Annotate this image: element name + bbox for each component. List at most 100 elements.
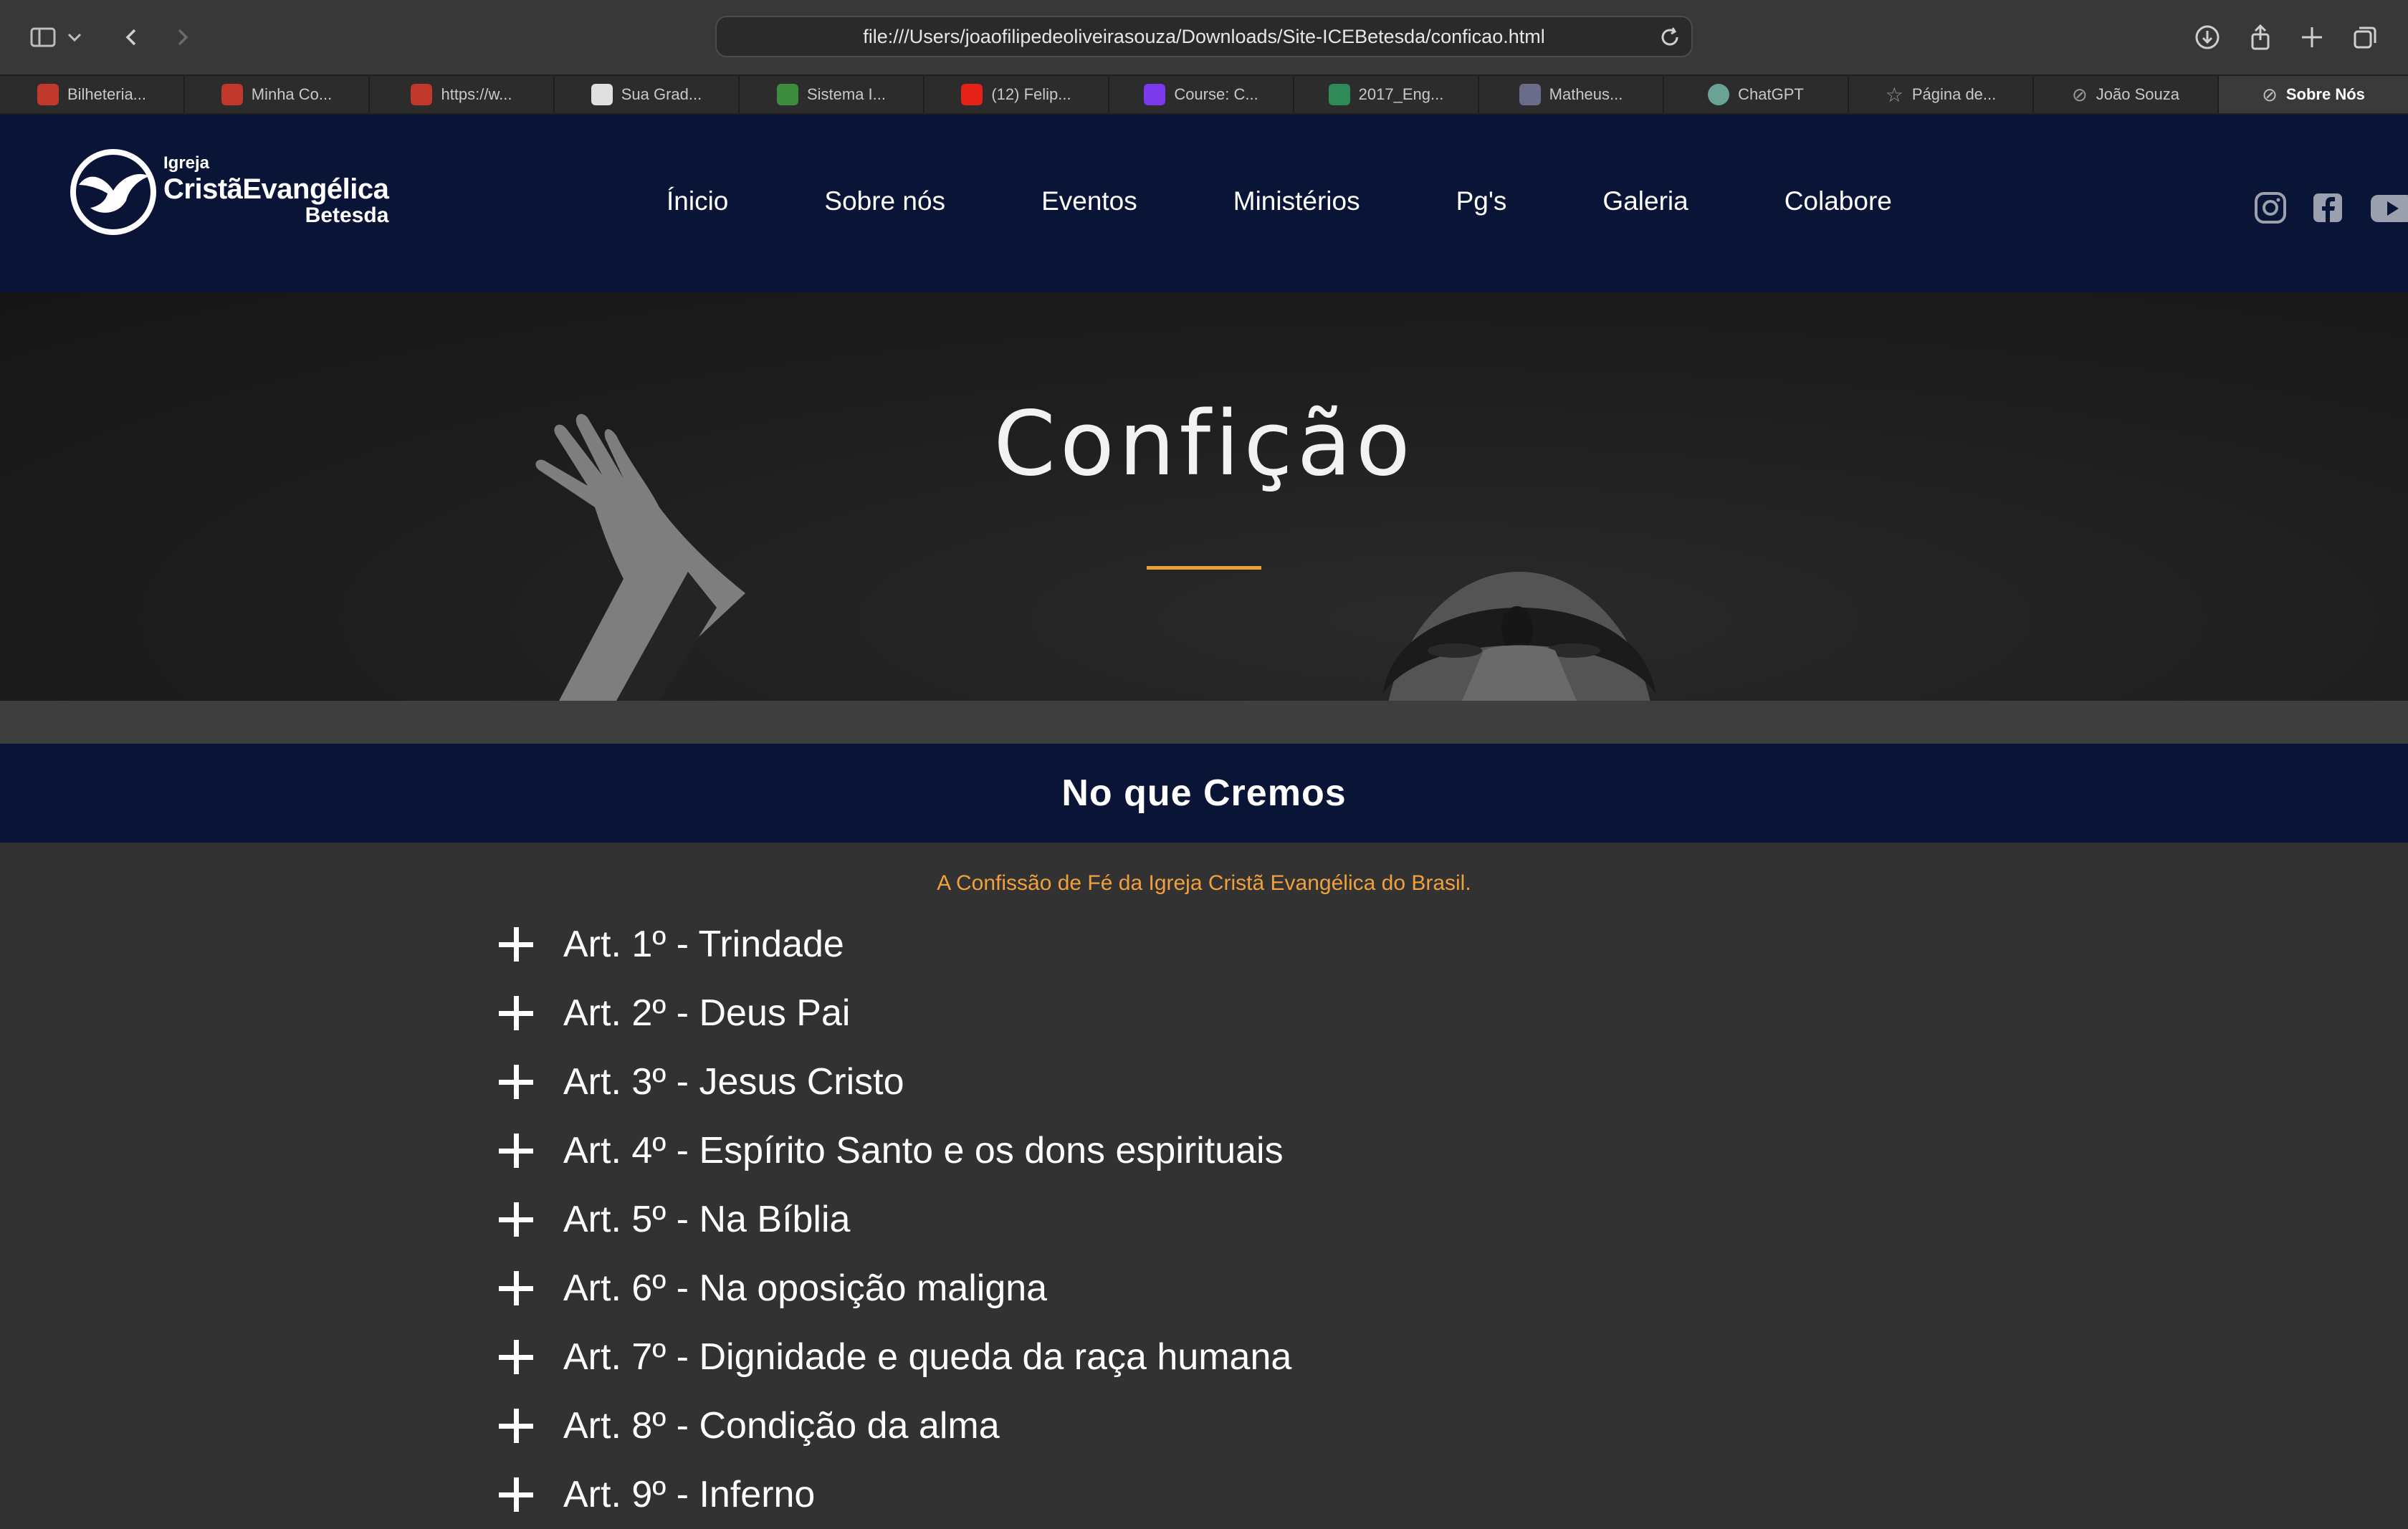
plus-icon[interactable] [494,1198,538,1241]
downloads-icon[interactable] [2186,16,2229,59]
article-title: Art. 7º - Dignidade e queda da raça huma… [563,1336,1292,1378]
tab[interactable]: ⊘ João Souza [2034,76,2219,113]
tab[interactable]: Matheus... [1479,76,1664,113]
tab-active[interactable]: ⊘ Sobre Nós [2219,76,2408,113]
dove-logo-icon [70,149,156,235]
tab-label: https://w... [441,85,512,103]
tab[interactable]: https://w... [370,76,555,113]
article-item[interactable]: Art. 4º - Espírito Santo e os dons espir… [494,1116,1291,1185]
article-item[interactable]: Art. 1º - Trindade [494,910,1291,979]
tab[interactable]: Sistema I... [740,76,924,113]
tab[interactable]: Sua Grad... [555,76,740,113]
article-title: Art. 3º - Jesus Cristo [563,1061,904,1103]
tab-label: 2017_Eng... [1358,85,1444,103]
favicon-icon [1328,84,1350,105]
confession-content: A Confissão de Fé da Igreja Cristã Evang… [0,843,2408,1515]
article-title: Art. 8º - Condição da alma [563,1405,1000,1447]
tab-label: (12) Felip... [991,85,1071,103]
logo-line3: Betesda [305,203,389,227]
browser-toolbar: file:///Users/joaofilipedeoliveirasouza/… [0,0,2408,75]
plus-icon[interactable] [494,1129,538,1172]
worship-photo-image [535,413,1656,701]
plus-icon[interactable] [494,1336,538,1379]
address-bar[interactable]: file:///Users/joaofilipedeoliveirasouza/… [715,16,1693,57]
nav-pgs[interactable]: Pg's [1456,186,1507,216]
article-title: Art. 5º - Na Bíblia [563,1199,851,1240]
tab-label: Bilheteria... [67,85,147,103]
sidebar-toggle-icon[interactable] [22,16,64,59]
tab[interactable]: Minha Co... [185,76,370,113]
logo-line2: CristãEvangélica [163,173,389,205]
tab-bar: Bilheteria... Minha Co... https://w... S… [0,75,2408,115]
site-header: Igreja CristãEvangélica Betesda Ínicio S… [0,115,2408,292]
article-title: Art. 9º - Inferno [563,1474,816,1515]
nav-inicio[interactable]: Ínicio [666,186,728,216]
article-item[interactable]: Art. 8º - Condição da alma [494,1391,1291,1460]
hero-banner: Confição [0,292,2408,701]
favicon-icon [37,84,59,105]
plus-icon[interactable] [494,992,538,1035]
chatgpt-favicon-icon [1708,84,1730,105]
nav-galeria[interactable]: Galeria [1602,186,1688,216]
tab-label: Minha Co... [251,85,333,103]
nav-sobre-nos[interactable]: Sobre nós [824,186,945,216]
logo-line1: Igreja [163,153,210,173]
article-item[interactable]: Art. 2º - Deus Pai [494,979,1291,1048]
nav-eventos[interactable]: Eventos [1041,186,1137,216]
article-item[interactable]: Art. 9º - Inferno [494,1460,1291,1529]
compass-icon: ⊘ [2072,83,2088,105]
new-tab-icon[interactable] [2290,16,2333,59]
tab-label: Matheus... [1549,85,1623,103]
tab-label: João Souza [2096,85,2179,103]
section-title: No que Cremos [1061,772,1347,814]
instagram-icon[interactable] [2252,189,2289,226]
tab[interactable]: ☆ Página de... [1849,76,2034,113]
tab[interactable]: Course: C... [1109,76,1294,113]
favicon-icon [221,84,243,105]
tab-label: Página de... [1911,85,1997,103]
plus-icon[interactable] [494,923,538,966]
section-header: No que Cremos [0,744,2408,843]
facebook-icon[interactable] [2309,189,2346,226]
tab[interactable]: 2017_Eng... [1294,76,1479,113]
article-title: Art. 2º - Deus Pai [563,992,851,1034]
favicon-icon [1144,84,1166,105]
reload-icon[interactable] [1658,26,1681,49]
church-logo[interactable]: Igreja CristãEvangélica Betesda [69,148,389,241]
nav-ministerios[interactable]: Ministérios [1233,186,1360,216]
article-item[interactable]: Art. 5º - Na Bíblia [494,1185,1291,1254]
forward-button[interactable] [161,16,204,59]
tab[interactable]: (12) Felip... [924,76,1109,113]
title-underline [1147,566,1261,570]
tab[interactable]: ChatGPT [1664,76,1849,113]
youtube-favicon-icon [961,84,983,105]
nav-colabore[interactable]: Colabore [1784,186,1892,216]
tab-label: Sua Grad... [621,85,702,103]
plus-icon[interactable] [494,1404,538,1447]
article-item[interactable]: Art. 3º - Jesus Cristo [494,1048,1291,1116]
youtube-icon[interactable] [2369,189,2408,226]
favicon-icon [411,84,433,105]
tab-label: Sistema I... [806,85,887,103]
divider-strip [0,701,2408,744]
share-icon[interactable] [2239,16,2282,59]
tab-label: Course: C... [1174,85,1258,103]
main-nav: Ínicio Sobre nós Eventos Ministérios Pg'… [666,186,1892,216]
plus-icon[interactable] [494,1267,538,1310]
plus-icon[interactable] [494,1060,538,1103]
article-item[interactable]: Art. 6º - Na oposição maligna [494,1254,1291,1323]
articles-accordion: Art. 1º - Trindade Art. 2º - Deus Pai Ar… [494,910,1291,1529]
article-title: Art. 1º - Trindade [563,924,844,965]
compass-icon: ⊘ [2262,83,2278,105]
tab-overview-icon[interactable] [2344,16,2386,59]
favicon-icon [1519,84,1541,105]
plus-icon[interactable] [494,1473,538,1516]
article-item[interactable]: Art. 7º - Dignidade e queda da raça huma… [494,1323,1291,1391]
chevron-down-icon[interactable] [60,16,89,59]
back-button[interactable] [110,16,153,59]
tab[interactable]: Bilheteria... [0,76,185,113]
tab-label: Sobre Nós [2285,85,2365,103]
url-text: file:///Users/joaofilipedeoliveirasouza/… [863,25,1545,47]
favicon-icon [776,84,798,105]
tab-label: ChatGPT [1738,85,1804,103]
